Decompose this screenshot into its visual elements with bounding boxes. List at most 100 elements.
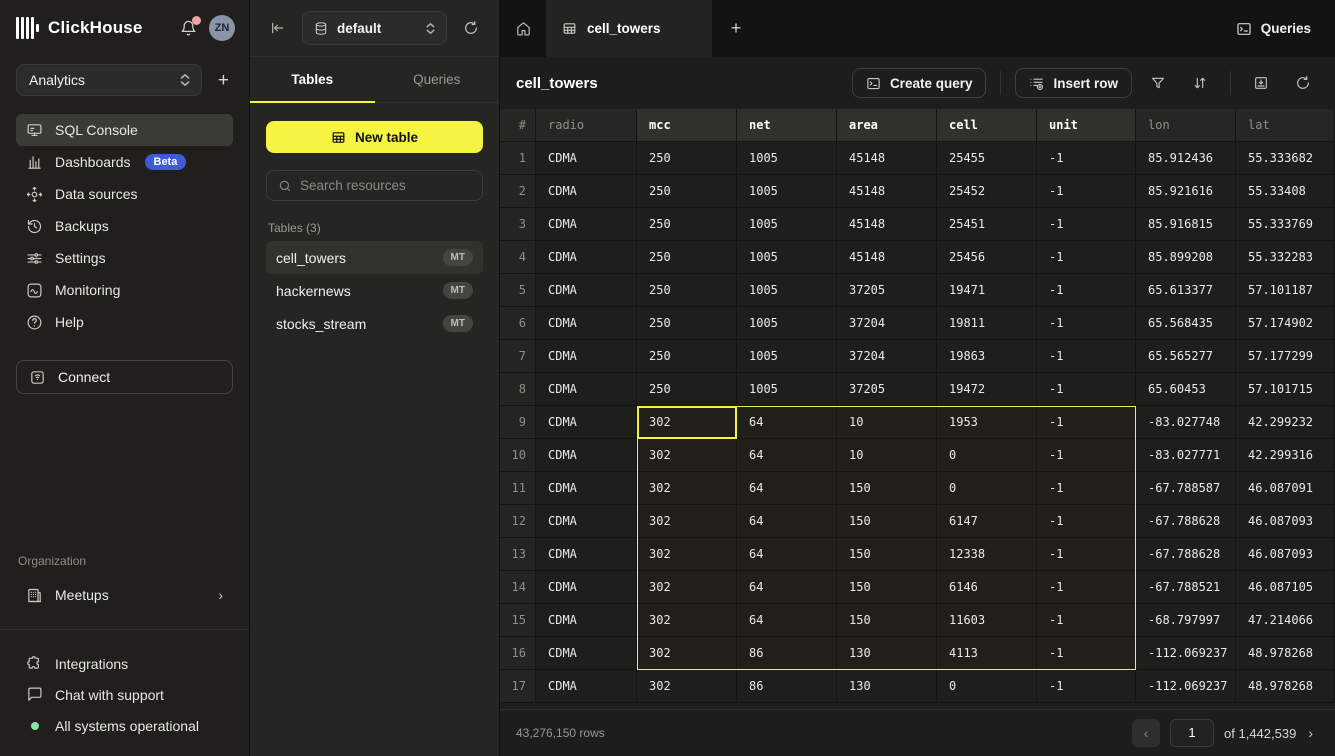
sidebar-item-sql-console[interactable]: SQL Console — [16, 114, 233, 146]
cell-cell[interactable]: 4113 — [937, 637, 1037, 670]
cell-net[interactable]: 64 — [737, 571, 837, 604]
cell-radio[interactable]: CDMA — [536, 571, 637, 604]
cell-radio[interactable]: CDMA — [536, 637, 637, 670]
cell-area[interactable]: 45148 — [837, 175, 937, 208]
cell-cell[interactable]: 19471 — [937, 274, 1037, 307]
cell-cell[interactable]: 0 — [937, 472, 1037, 505]
cell-area[interactable]: 37205 — [837, 373, 937, 406]
cell-net[interactable]: 1005 — [737, 208, 837, 241]
column-header-unit[interactable]: unit — [1037, 109, 1136, 142]
row-number[interactable]: 17 — [500, 670, 536, 703]
avatar[interactable]: ZN — [209, 15, 235, 41]
cell-mcc[interactable]: 302 — [637, 604, 737, 637]
cell-unit[interactable]: -1 — [1037, 208, 1136, 241]
column-header-row-number[interactable]: # — [500, 109, 536, 142]
cell-lat[interactable]: 48.978268 — [1236, 670, 1335, 703]
cell-cell[interactable]: 0 — [937, 439, 1037, 472]
cell-unit[interactable]: -1 — [1037, 571, 1136, 604]
cell-unit[interactable]: -1 — [1037, 406, 1136, 439]
cell-lon[interactable]: -83.027771 — [1136, 439, 1236, 472]
column-header-net[interactable]: net — [737, 109, 837, 142]
row-number[interactable]: 2 — [500, 175, 536, 208]
row-number[interactable]: 4 — [500, 241, 536, 274]
cell-lon[interactable]: -67.788587 — [1136, 472, 1236, 505]
cell-area[interactable]: 37205 — [837, 274, 937, 307]
row-number[interactable]: 1 — [500, 142, 536, 175]
collapse-panel-icon[interactable] — [270, 20, 286, 36]
column-header-mcc[interactable]: mcc — [637, 109, 737, 142]
row-number[interactable]: 10 — [500, 439, 536, 472]
cell-lat[interactable]: 46.087093 — [1236, 538, 1335, 571]
cell-cell[interactable]: 0 — [937, 670, 1037, 703]
row-number[interactable]: 12 — [500, 505, 536, 538]
row-number[interactable]: 16 — [500, 637, 536, 670]
cell-mcc[interactable]: 250 — [637, 142, 737, 175]
cell-area[interactable]: 37204 — [837, 307, 937, 340]
cell-area[interactable]: 37204 — [837, 340, 937, 373]
cell-radio[interactable]: CDMA — [536, 274, 637, 307]
cell-lon[interactable]: -112.069237 — [1136, 670, 1236, 703]
cell-mcc[interactable]: 250 — [637, 340, 737, 373]
cell-net[interactable]: 1005 — [737, 241, 837, 274]
cell-net[interactable]: 1005 — [737, 142, 837, 175]
cell-lon[interactable]: -112.069237 — [1136, 637, 1236, 670]
cell-lat[interactable]: 57.101187 — [1236, 274, 1335, 307]
list-item-cell-towers[interactable]: cell_towers MT — [266, 241, 483, 274]
cell-lat[interactable]: 48.978268 — [1236, 637, 1335, 670]
cell-cell[interactable]: 25456 — [937, 241, 1037, 274]
column-header-radio[interactable]: radio — [536, 109, 637, 142]
cell-net[interactable]: 1005 — [737, 175, 837, 208]
new-table-button[interactable]: New table — [266, 121, 483, 153]
cell-mcc[interactable]: 302 — [637, 406, 737, 439]
cell-net[interactable]: 64 — [737, 406, 837, 439]
column-header-lat[interactable]: lat — [1236, 109, 1335, 142]
cell-lat[interactable]: 55.33408 — [1236, 175, 1335, 208]
cell-net[interactable]: 86 — [737, 637, 837, 670]
sidebar-item-help[interactable]: Help — [16, 306, 233, 338]
cell-area[interactable]: 45148 — [837, 241, 937, 274]
cell-radio[interactable]: CDMA — [536, 406, 637, 439]
cell-unit[interactable]: -1 — [1037, 604, 1136, 637]
cell-lat[interactable]: 42.299316 — [1236, 439, 1335, 472]
cell-unit[interactable]: -1 — [1037, 142, 1136, 175]
cell-area[interactable]: 45148 — [837, 208, 937, 241]
cell-mcc[interactable]: 250 — [637, 307, 737, 340]
cell-mcc[interactable]: 302 — [637, 571, 737, 604]
cell-unit[interactable]: -1 — [1037, 538, 1136, 571]
column-header-lon[interactable]: lon — [1136, 109, 1236, 142]
refresh-tables-icon[interactable] — [463, 20, 479, 36]
cell-cell[interactable]: 25451 — [937, 208, 1037, 241]
cell-lon[interactable]: 65.565277 — [1136, 340, 1236, 373]
cell-area[interactable]: 10 — [837, 439, 937, 472]
cell-cell[interactable]: 19863 — [937, 340, 1037, 373]
cell-unit[interactable]: -1 — [1037, 274, 1136, 307]
row-number[interactable]: 3 — [500, 208, 536, 241]
cell-area[interactable]: 150 — [837, 604, 937, 637]
cell-lon[interactable]: 65.568435 — [1136, 307, 1236, 340]
cell-radio[interactable]: CDMA — [536, 307, 637, 340]
cell-radio[interactable]: CDMA — [536, 505, 637, 538]
cell-area[interactable]: 150 — [837, 472, 937, 505]
cell-unit[interactable]: -1 — [1037, 307, 1136, 340]
add-workspace-button[interactable]: + — [214, 69, 233, 92]
download-button[interactable] — [1245, 68, 1277, 98]
cell-unit[interactable]: -1 — [1037, 340, 1136, 373]
cell-radio[interactable]: CDMA — [536, 472, 637, 505]
sidebar-item-monitoring[interactable]: Monitoring — [16, 274, 233, 306]
cell-unit[interactable]: -1 — [1037, 439, 1136, 472]
filter-button[interactable] — [1142, 68, 1174, 98]
cell-lon[interactable]: 85.899208 — [1136, 241, 1236, 274]
workspace-select[interactable]: Analytics — [16, 64, 202, 96]
list-item-stocks-stream[interactable]: stocks_stream MT — [266, 307, 483, 340]
search-input[interactable]: Search resources — [266, 170, 483, 201]
cell-area[interactable]: 10 — [837, 406, 937, 439]
insert-row-button[interactable]: Insert row — [1015, 68, 1132, 98]
cell-unit[interactable]: -1 — [1037, 670, 1136, 703]
sidebar-item-integrations[interactable]: Integrations — [16, 648, 233, 679]
create-query-button[interactable]: Create query — [852, 68, 987, 98]
cell-mcc[interactable]: 302 — [637, 505, 737, 538]
sidebar-item-meetups[interactable]: Meetups › — [16, 578, 233, 612]
cell-lon[interactable]: 85.921616 — [1136, 175, 1236, 208]
row-number[interactable]: 7 — [500, 340, 536, 373]
cell-mcc[interactable]: 250 — [637, 175, 737, 208]
